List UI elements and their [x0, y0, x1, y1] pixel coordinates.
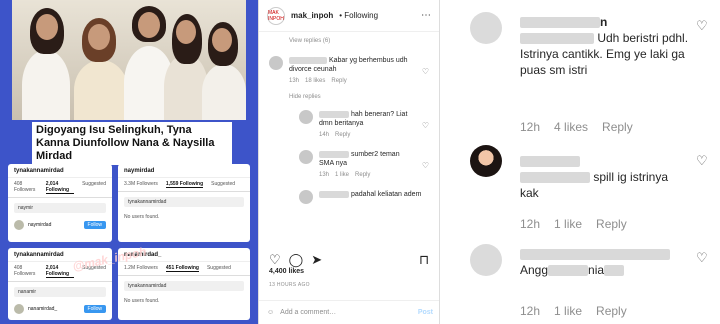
comment-icon[interactable]: ◯ — [289, 252, 304, 268]
reply-button[interactable]: Reply — [596, 304, 627, 318]
comment-likes[interactable]: 4 likes — [554, 120, 588, 134]
reply-row: padahal keliatan adem — [259, 190, 439, 204]
like-heart-icon[interactable]: ♡ — [696, 18, 708, 34]
like-heart-icon[interactable]: ♡ — [422, 121, 429, 130]
comments-zoom-panel: n Udh beristri pdhl. Istrinya cantikk. E… — [440, 0, 720, 324]
emoji-icon[interactable]: ☺ — [267, 309, 274, 316]
like-heart-icon[interactable]: ♡ — [696, 250, 708, 266]
more-options-icon[interactable]: ⋯ — [421, 10, 431, 21]
post-actions: ♡ ◯ ➤ ⊓ — [269, 252, 429, 268]
comment-text: padahal keliatan adem — [350, 191, 422, 198]
share-icon[interactable]: ➤ — [311, 252, 322, 268]
comment-row: Kabar yg berhembus udh divorce ceunah 13… — [259, 56, 439, 86]
blurred-username — [520, 17, 600, 29]
commenter-avatar[interactable] — [299, 190, 313, 204]
commenter-avatar[interactable] — [470, 244, 502, 276]
commenter-avatar[interactable] — [269, 56, 283, 70]
news-collage: Digoyang Isu Selingkuh, Tyna Kanna Diunf… — [0, 0, 258, 324]
comment-row: spill ig istrinya kak 12h 1 like Reply ♡ — [440, 145, 720, 240]
comment-time: 12h — [520, 217, 541, 231]
like-heart-icon[interactable]: ♡ — [422, 161, 429, 170]
post-button[interactable]: Post — [418, 309, 433, 316]
following-label[interactable]: • Following — [339, 11, 378, 20]
commenter-avatar[interactable] — [470, 12, 502, 44]
news-headline: Digoyang Isu Selingkuh, Tyna Kanna Diunf… — [32, 122, 232, 165]
blurred-username — [289, 56, 327, 64]
comment-row: n Udh beristri pdhl. Istrinya cantikk. E… — [440, 0, 720, 145]
like-heart-icon[interactable]: ♡ — [696, 153, 708, 169]
reply-button[interactable]: Reply — [596, 217, 627, 231]
add-comment-input[interactable]: Add a comment… — [280, 309, 336, 316]
account-avatar[interactable]: MAK INPOH — [267, 6, 285, 25]
reply-row: hah beneran? Liat dmn beritanya 14h Reply… — [259, 110, 439, 140]
bookmark-icon[interactable]: ⊓ — [419, 252, 429, 268]
like-heart-icon[interactable]: ♡ — [422, 67, 429, 76]
likes-count[interactable]: 4,400 likes — [269, 268, 304, 275]
commenter-avatar[interactable] — [299, 150, 313, 164]
comment-time: 12h — [520, 120, 541, 134]
comment-row: Angg nia 12h 1 like Reply ♡ — [440, 240, 720, 324]
like-heart-icon[interactable]: ♡ — [269, 252, 281, 268]
view-replies-link[interactable]: View replies (6) — [259, 38, 439, 44]
comment-text-end: nia — [588, 263, 605, 277]
reply-row: sumber2 teman SMA nya 13h 1 like Reply ♡ — [259, 150, 439, 180]
commenter-avatar[interactable] — [470, 145, 502, 177]
comment-time: 12h — [520, 304, 541, 318]
reply-button[interactable]: Reply — [602, 120, 633, 134]
comment-likes[interactable]: 1 like — [554, 217, 582, 231]
account-username[interactable]: mak_inpoh — [291, 11, 333, 20]
reply-button[interactable]: Reply — [335, 132, 350, 138]
reply-button[interactable]: Reply — [355, 172, 370, 178]
instagram-post-panel: MAK INPOH mak_inpoh • Following ⋯ View r… — [258, 0, 440, 324]
post-header: MAK INPOH mak_inpoh • Following ⋯ — [259, 0, 439, 32]
screenshot-tynakanna-following-1: tynakannamirdad 408 Followers 2,014 Follo… — [8, 164, 112, 242]
reply-button[interactable]: Reply — [331, 78, 346, 84]
hide-replies-link[interactable]: Hide replies — [259, 94, 439, 100]
commenter-avatar[interactable] — [299, 110, 313, 124]
add-comment-bar: ☺ Add a comment… Post — [259, 300, 439, 324]
comment-likes[interactable]: 1 like — [554, 304, 582, 318]
post-timestamp: 13 HOURS AGO — [269, 282, 310, 288]
group-photo — [12, 0, 246, 120]
comment-text-start: Angg — [520, 263, 549, 277]
screenshot-naymirdad-following: naymirdad 3.3M Followers 1,559 Following S… — [118, 164, 250, 242]
